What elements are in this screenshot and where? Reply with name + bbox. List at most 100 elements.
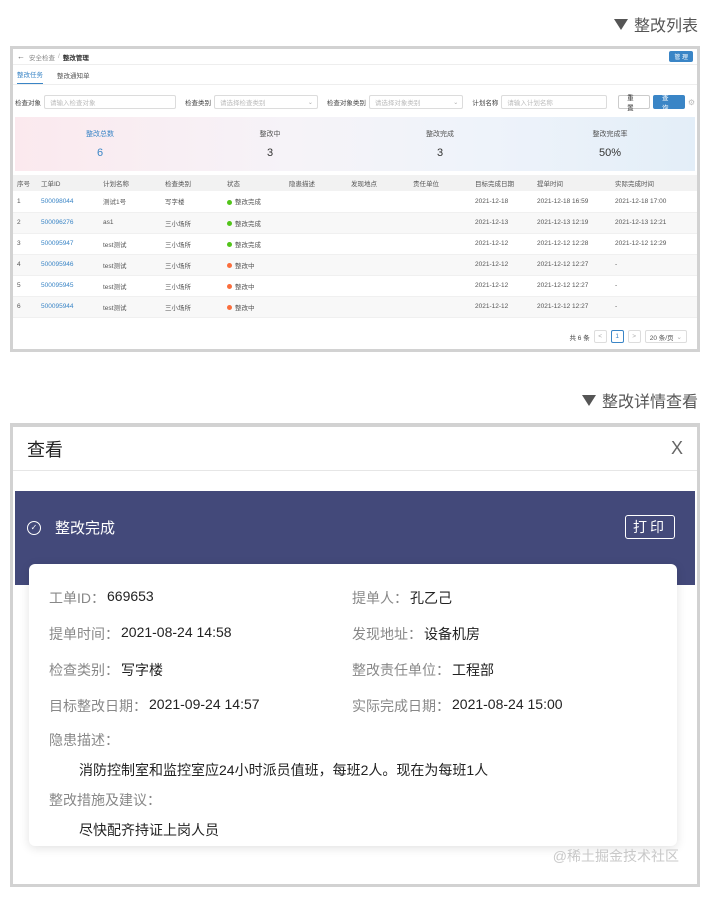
field-value: 2021-08-24 15:00 xyxy=(452,696,563,712)
page-1-button[interactable]: 1 xyxy=(610,330,624,343)
status-label: 整改中 xyxy=(235,262,255,270)
cell-id[interactable]: 500095946 xyxy=(37,254,99,276)
breadcrumb-parent[interactable]: 安全检查 xyxy=(29,52,55,62)
cell-target: 2021-12-13 xyxy=(471,212,533,234)
cell-done: 2021-12-18 17:00 xyxy=(611,191,697,213)
cell-submit: 2021-12-12 12:28 xyxy=(533,233,611,255)
cell-submit: 2021-12-12 12:27 xyxy=(533,275,611,297)
table-row[interactable]: 1 500098044 测试1号 写字楼 整改完成 2021-12-18 2021-12-1… xyxy=(13,191,697,213)
object-type-select[interactable]: 请选择对象类别 ⌄ xyxy=(368,95,464,109)
inspect-type-select[interactable]: 请选择检查类别 ⌄ xyxy=(213,95,318,109)
search-button[interactable]: 查 询 xyxy=(652,95,685,112)
field-inspect-type: 检查类别： 写字楼 xyxy=(49,660,352,680)
field-key: 提单人： xyxy=(352,590,408,606)
field-submitter: 提单人： 孔乙己 xyxy=(352,588,657,608)
field-actual-date: 实际完成日期： 2021-08-24 15:00 xyxy=(352,696,657,716)
cell-plan: test测试 xyxy=(99,296,161,318)
table-row[interactable]: 5 500095945 test测试 三小场所 整改中 2021-12-12 2021-12… xyxy=(13,275,697,297)
cell-no: 3 xyxy=(13,233,37,255)
cell-id[interactable]: 500095947 xyxy=(37,233,99,255)
stat-value: 3 xyxy=(266,147,274,159)
prev-page-button[interactable]: < xyxy=(593,330,607,343)
field-key: 工单ID： xyxy=(49,590,105,606)
cell-id[interactable]: 500095945 xyxy=(37,275,99,297)
cell-done: 2021-12-13 12:21 xyxy=(611,212,697,234)
cell-unit xyxy=(409,212,471,234)
filter-bar: 检查对象 请输入检查对象 检查类别 请选择检查类别 ⌄ 检查对象类别 请选择对象类… xyxy=(13,91,697,113)
stat-value: 50% xyxy=(598,147,622,159)
cell-done: - xyxy=(611,254,697,276)
column-header[interactable]: 检查类别 xyxy=(161,175,223,191)
rectification-table: 序号 工单ID 计划名称 检查类别 状态 隐患描述 发现地点 责任单位 目标完成… xyxy=(13,175,697,318)
status-text: 整改完成 xyxy=(55,520,116,537)
field-responsible-unit: 整改责任单位： 工程部 xyxy=(352,660,657,680)
column-header[interactable]: 实际完成时间 xyxy=(611,175,697,191)
column-header[interactable]: 计划名称 xyxy=(99,175,161,191)
column-header[interactable]: 隐患描述 xyxy=(285,175,347,191)
measure-text: 尽快配齐持证上岗人员 xyxy=(79,822,219,838)
close-icon[interactable]: X xyxy=(671,438,683,459)
cell-id[interactable]: 500095944 xyxy=(37,296,99,318)
table-header-row: 序号 工单ID 计划名称 检查类别 状态 隐患描述 发现地点 责任单位 目标完成… xyxy=(13,175,697,191)
hazard-text: 消防控制室和监控室应24小时派员值班，每班2人。现在为每班1人 xyxy=(79,762,489,778)
cell-done: 2021-12-12 12:29 xyxy=(611,233,697,255)
cell-place xyxy=(347,296,409,318)
cell-desc xyxy=(285,212,347,234)
cell-desc xyxy=(285,296,347,318)
status-label: 整改完成 xyxy=(235,199,261,207)
cell-plan: as1 xyxy=(99,212,161,234)
table-row[interactable]: 6 500095944 test测试 三小场所 整改中 2021-12-12 2021-12… xyxy=(13,296,697,318)
table-row[interactable]: 3 500095947 test测试 三小场所 整改完成 2021-12-12 2021-1… xyxy=(13,233,697,255)
cell-plan: test测试 xyxy=(99,254,161,276)
cell-no: 5 xyxy=(13,275,37,297)
measure-label: 整改措施及建议： xyxy=(49,792,161,808)
field-key: 发现地址： xyxy=(352,626,422,642)
cell-place xyxy=(347,233,409,255)
print-button[interactable]: 打印 xyxy=(625,515,675,539)
page-size-select[interactable]: 20 条/页 ⌄ xyxy=(644,330,687,343)
status-dot-icon xyxy=(227,305,232,311)
column-header[interactable]: 责任单位 xyxy=(409,175,471,191)
column-header[interactable]: 发现地点 xyxy=(347,175,409,191)
cell-no: 4 xyxy=(13,254,37,276)
settings-icon[interactable]: ⚙ xyxy=(688,98,695,107)
plan-name-placeholder: 请输入计划名称 xyxy=(507,100,553,107)
next-page-button[interactable]: > xyxy=(627,330,641,343)
status-label: 整改完成 xyxy=(235,241,261,249)
cell-target: 2021-12-12 xyxy=(471,275,533,297)
chevron-down-icon: ⌄ xyxy=(307,99,313,106)
column-header[interactable]: 序号 xyxy=(13,175,37,191)
cell-plan: 测试1号 xyxy=(99,191,161,213)
column-header[interactable]: 状态 xyxy=(223,175,285,191)
column-header[interactable]: 工单ID xyxy=(37,175,99,191)
field-target-date: 目标整改日期： 2021-09-24 14:57 xyxy=(49,696,352,716)
status-dot-icon xyxy=(227,221,232,227)
cell-no: 6 xyxy=(13,296,37,318)
cell-unit xyxy=(409,191,471,213)
inspect-object-input[interactable]: 请输入检查对象 xyxy=(44,95,176,109)
reset-button[interactable]: 重 置 xyxy=(618,95,650,112)
cell-desc xyxy=(285,275,347,297)
status-label: 整改完成 xyxy=(235,220,261,228)
inspect-object-label: 检查对象 xyxy=(15,100,41,107)
stat-label: 整改完成率 xyxy=(592,131,628,138)
tab-rectification-tasks[interactable]: 整改任务 xyxy=(17,69,43,84)
stat-in-progress: 整改中 3 xyxy=(185,117,355,171)
column-header[interactable]: 提单时间 xyxy=(533,175,611,191)
stat-label: 整改完成 xyxy=(426,131,454,138)
cell-target: 2021-12-18 xyxy=(471,191,533,213)
breadcrumb-separator: / xyxy=(58,53,60,60)
table-row[interactable]: 4 500095946 test测试 三小场所 整改中 2021-12-12 2021-12… xyxy=(13,254,697,276)
chevron-down-icon: ⌄ xyxy=(453,99,459,106)
field-key: 目标整改日期： xyxy=(49,698,147,714)
cell-id[interactable]: 500098044 xyxy=(37,191,99,213)
back-arrow-icon[interactable]: ← xyxy=(17,52,25,61)
plan-name-input[interactable]: 请输入计划名称 xyxy=(501,95,608,109)
cell-id[interactable]: 500096276 xyxy=(37,212,99,234)
cell-unit xyxy=(409,275,471,297)
object-type-label: 检查对象类别 xyxy=(326,100,366,107)
admin-button[interactable]: 管 理 xyxy=(669,51,693,62)
table-row[interactable]: 2 500096276 as1 三小场所 整改完成 2021-12-13 2021-12-1… xyxy=(13,212,697,234)
column-header[interactable]: 目标完成日期 xyxy=(471,175,533,191)
tab-rectification-notices[interactable]: 整改通知单 xyxy=(57,70,90,84)
